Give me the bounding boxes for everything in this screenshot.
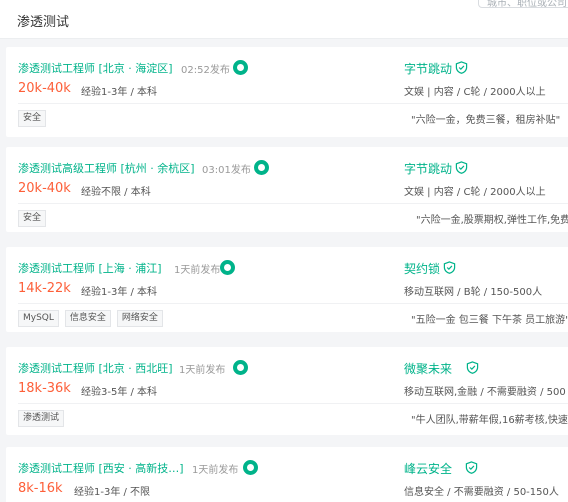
company-info: 文娱 | 内容 / C轮 / 2000人以上 xyxy=(404,187,546,198)
job-card[interactable]: 渗透测试工程师 [西安 · 高新技…] 1天前发布 8k-16k 经验1-3年 … xyxy=(6,447,568,502)
job-card[interactable]: 渗透测试工程师 [北京 · 海淀区] 02:52发布 20k-40k 经验1-3… xyxy=(6,47,568,137)
skill-tag[interactable]: MySQL xyxy=(18,310,59,327)
company-info: 信息安全 / 不需要融资 / 50-150人 xyxy=(404,487,559,498)
skill-tag[interactable]: 安全 xyxy=(18,110,47,127)
salary: 8k-16k xyxy=(18,481,63,496)
tag-list: 安全 xyxy=(18,210,47,227)
chat-bubble-icon[interactable] xyxy=(243,460,258,475)
chat-bubble-icon[interactable] xyxy=(233,60,248,75)
tag-list: 安全 xyxy=(18,110,47,127)
salary: 20k-40k xyxy=(18,181,71,196)
company-name-link[interactable]: 字节跳动 xyxy=(404,60,452,77)
skill-tag[interactable]: 安全 xyxy=(18,210,47,227)
search-input[interactable]: 城市、职位或公司 xyxy=(478,0,568,8)
shield-check-icon xyxy=(466,361,479,374)
job-search-results-page: 渗透测试 城市、职位或公司 渗透测试工程师 [北京 · 海淀区] 02:52发布… xyxy=(0,0,568,502)
welfare-text: "牛人团队,带薪年假,16薪考核,快速成 xyxy=(411,415,568,426)
card-divider xyxy=(18,103,568,104)
publish-time: 1天前发布 xyxy=(179,365,226,376)
company-info: 移动互联网,金融 / 不需要融资 / 500 xyxy=(404,387,566,398)
job-card[interactable]: 渗透测试高级工程师 [杭州 · 余杭区] 03:01发布 20k-40k 经验不… xyxy=(6,147,568,232)
salary: 18k-36k xyxy=(18,381,71,396)
card-divider xyxy=(18,203,568,204)
job-card[interactable]: 渗透测试工程师 [上海 · 浦江] 1天前发布 14k-22k 经验1-3年 /… xyxy=(6,247,568,332)
company-info: 文娱 | 内容 / C轮 / 2000人以上 xyxy=(404,87,546,98)
company-name-link[interactable]: 峰云安全 xyxy=(404,460,452,477)
job-card[interactable]: 渗透测试工程师 [北京 · 西北旺] 1天前发布 18k-36k 经验3-5年 … xyxy=(6,347,568,435)
shield-check-icon xyxy=(443,261,456,274)
salary: 14k-22k xyxy=(18,281,71,296)
card-divider xyxy=(18,403,568,404)
job-title-link[interactable]: 渗透测试工程师 [西安 · 高新技…] xyxy=(18,460,184,476)
publish-time: 1天前发布 xyxy=(174,265,221,276)
company-name-link[interactable]: 字节跳动 xyxy=(404,160,452,177)
job-requirements: 经验1-3年 / 本科 xyxy=(81,287,158,298)
skill-tag[interactable]: 网络安全 xyxy=(116,310,163,327)
skill-tag[interactable]: 信息安全 xyxy=(64,310,111,327)
search-keyword-title: 渗透测试 xyxy=(17,15,70,30)
welfare-text: "六险一金，免费三餐，租房补贴" xyxy=(411,115,561,126)
shield-check-icon xyxy=(455,61,468,74)
job-requirements: 经验不限 / 本科 xyxy=(81,187,151,198)
tag-list: MySQL 信息安全 网络安全 xyxy=(18,310,163,327)
publish-time: 03:01发布 xyxy=(202,165,251,176)
job-title-link[interactable]: 渗透测试工程师 [北京 · 西北旺] xyxy=(18,360,173,376)
job-requirements: 经验1-3年 / 本科 xyxy=(81,87,158,98)
skill-tag[interactable]: 渗透测试 xyxy=(18,410,65,427)
company-name-link[interactable]: 微聚未来 xyxy=(404,360,452,377)
job-requirements: 经验3-5年 / 本科 xyxy=(81,387,158,398)
tag-list: 渗透测试 xyxy=(18,410,65,427)
welfare-text: "六险一金,股票期权,弹性工作,免费三 xyxy=(416,215,568,226)
job-requirements: 经验1-3年 / 不限 xyxy=(74,487,151,498)
chat-bubble-icon[interactable] xyxy=(233,360,248,375)
results-header: 渗透测试 城市、职位或公司 xyxy=(0,0,568,39)
shield-check-icon xyxy=(465,461,478,474)
chat-bubble-icon[interactable] xyxy=(220,260,235,275)
company-name-link[interactable]: 契约锁 xyxy=(404,260,440,277)
chat-bubble-icon[interactable] xyxy=(254,160,269,175)
job-title-link[interactable]: 渗透测试工程师 [上海 · 浦江] xyxy=(18,260,162,276)
job-title-link[interactable]: 渗透测试高级工程师 [杭州 · 余杭区] xyxy=(18,160,195,176)
card-divider xyxy=(18,303,568,304)
job-title-link[interactable]: 渗透测试工程师 [北京 · 海淀区] xyxy=(18,60,173,76)
salary: 20k-40k xyxy=(18,81,71,96)
publish-time: 02:52发布 xyxy=(181,65,230,76)
publish-time: 1天前发布 xyxy=(192,465,239,476)
company-info: 移动互联网 / B轮 / 150-500人 xyxy=(404,287,543,298)
shield-check-icon xyxy=(455,161,468,174)
welfare-text: "五险一金 包三餐 下午茶 员工旅游" xyxy=(411,315,568,326)
